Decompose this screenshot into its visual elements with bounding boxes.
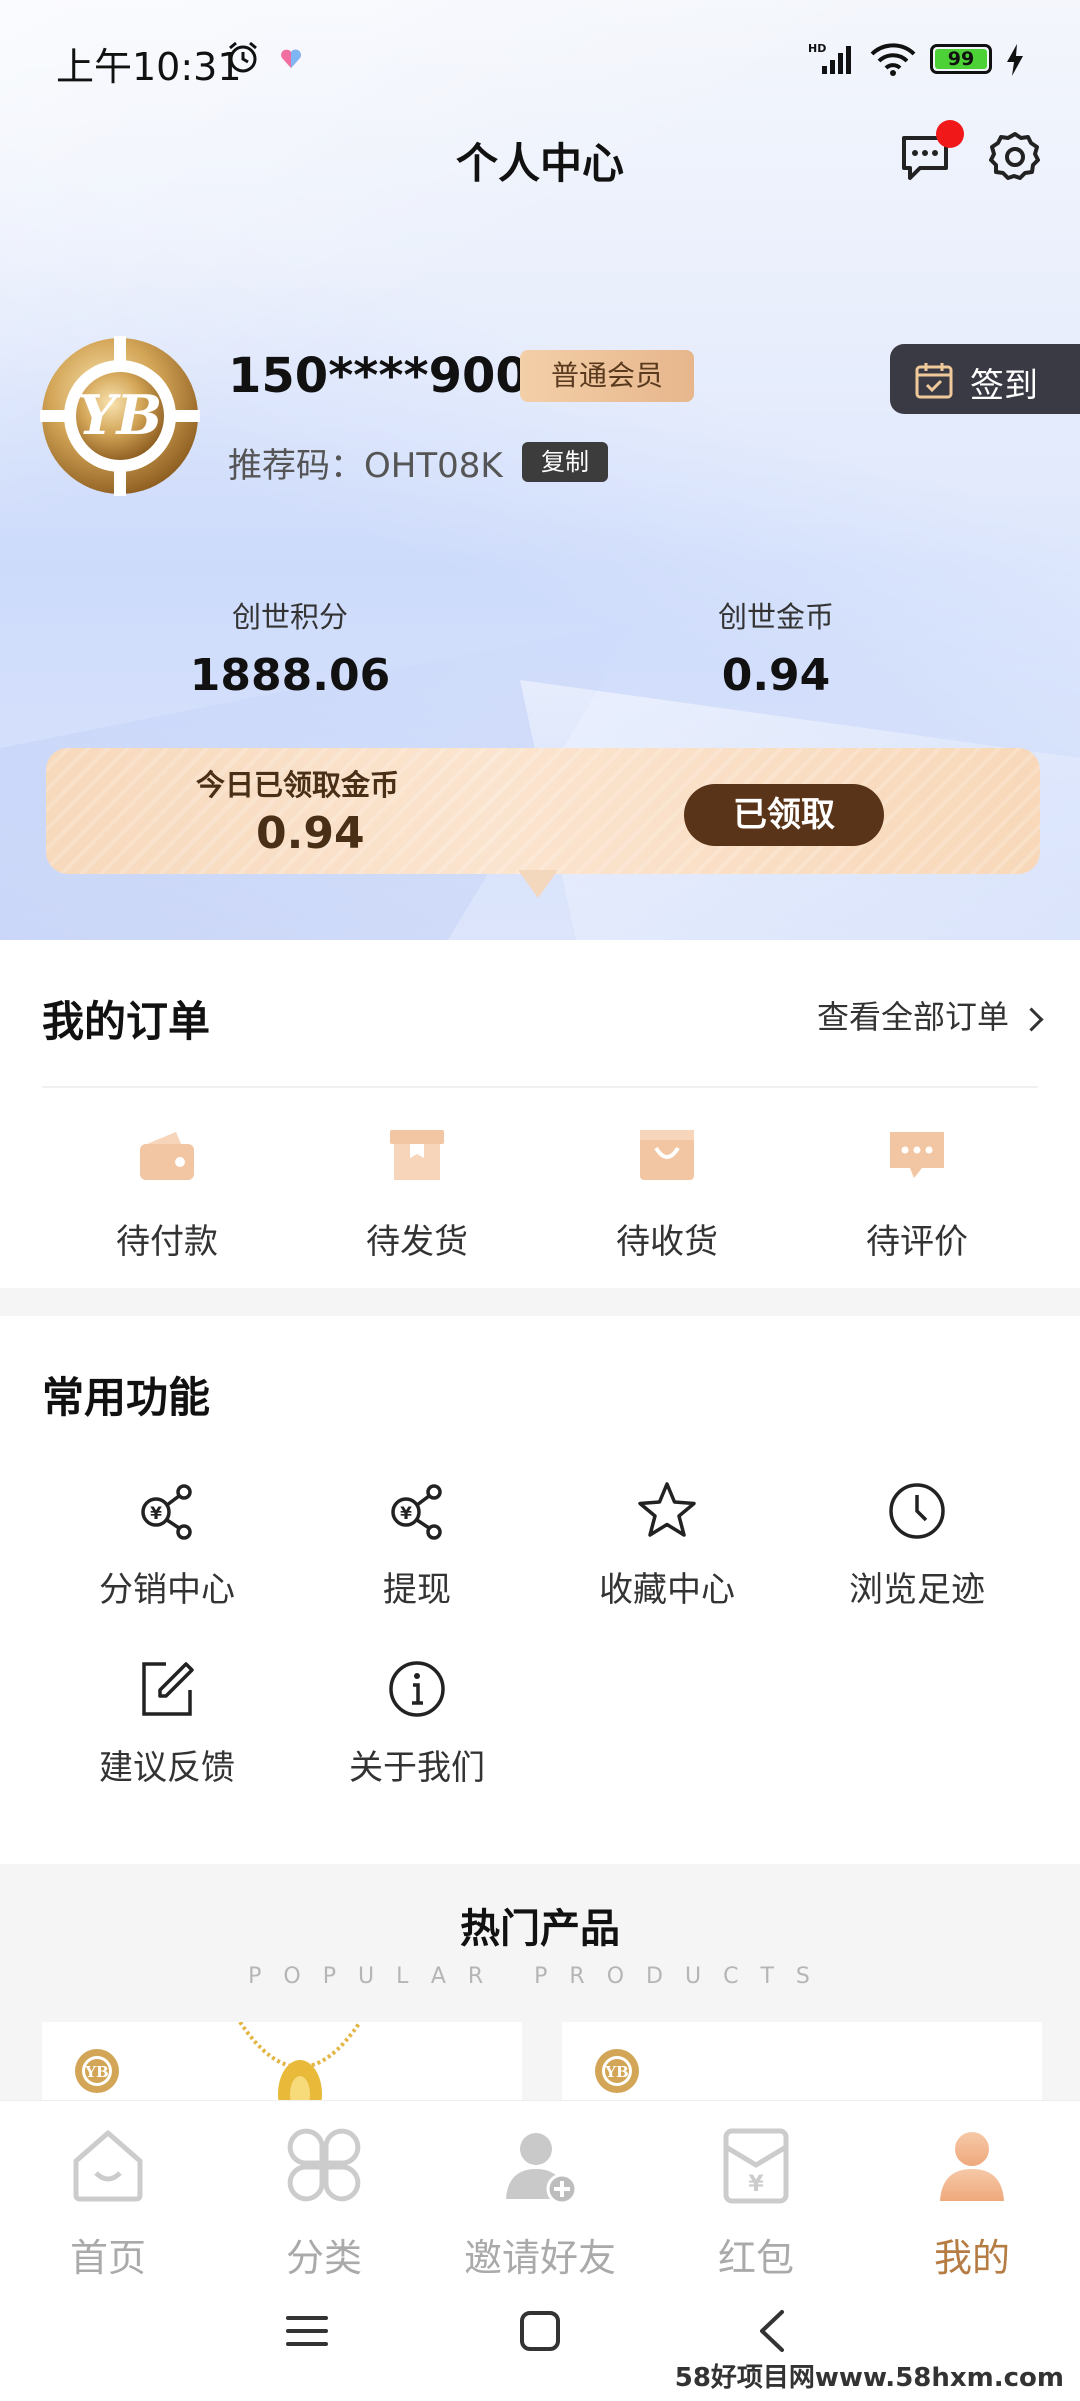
func-favorites[interactable]: 收藏中心 <box>542 1480 792 1611</box>
bag-icon <box>640 1130 694 1180</box>
coins-stat[interactable]: 创世金币 0.94 <box>626 594 926 701</box>
status-bar: 上午10:31 HD 99 <box>0 0 1080 96</box>
wifi-icon <box>870 43 916 76</box>
view-all-orders-link[interactable]: 查看全部订单 <box>816 992 1044 1038</box>
red-packet-icon: ¥ <box>723 2128 789 2204</box>
home-square-icon[interactable] <box>515 2306 565 2356</box>
battery-indicator: 99 <box>930 44 992 74</box>
category-icon <box>287 2128 361 2202</box>
referral-code: 推荐码：OHT08K <box>228 446 503 486</box>
brand-logo-icon: YB <box>595 2049 639 2093</box>
brand-logo-icon: YB <box>75 2049 119 2093</box>
tab-label: 首页 <box>69 2236 146 2280</box>
functions-section: 常用功能 ¥ 分销中心 ¥ 提现 收藏中心 浏览足迹 建议反馈 关于我们 <box>0 1316 1080 1864</box>
app-notification-icon <box>281 49 301 68</box>
order-label: 待发货 <box>366 1222 468 1262</box>
order-pending-shipment[interactable]: 待发货 <box>292 1124 542 1263</box>
svg-text:¥: ¥ <box>400 1504 412 1524</box>
points-stat[interactable]: 创世积分 1888.06 <box>140 594 440 701</box>
calendar-icon <box>915 363 953 399</box>
order-label: 待评价 <box>866 1222 968 1262</box>
order-pending-payment[interactable]: 待付款 <box>42 1124 292 1263</box>
func-about-us[interactable]: 关于我们 <box>292 1658 542 1789</box>
view-all-orders-label: 查看全部订单 <box>816 998 1009 1036</box>
signal-icon: HD <box>808 42 851 74</box>
func-label: 提现 <box>383 1570 451 1610</box>
clock-icon <box>889 1483 945 1539</box>
home-icon <box>73 2130 143 2202</box>
back-icon[interactable] <box>748 2306 798 2356</box>
svg-text:YB: YB <box>84 2063 108 2081</box>
profile-icon <box>940 2132 1004 2201</box>
daily-gold-value: 0.94 <box>256 808 365 859</box>
order-label: 待付款 <box>116 1222 218 1262</box>
invite-friend-icon <box>506 2133 578 2205</box>
edit-icon <box>142 1662 194 1716</box>
distribution-icon: ¥ <box>141 1484 192 1540</box>
withdraw-icon: ¥ <box>391 1484 442 1540</box>
order-label: 待收货 <box>616 1222 718 1262</box>
functions-title: 常用功能 <box>42 1373 211 1422</box>
info-icon <box>389 1661 445 1717</box>
tab-category[interactable]: 分类 <box>216 2111 432 2282</box>
battery-level: 99 <box>935 49 987 69</box>
func-label: 收藏中心 <box>599 1570 735 1610</box>
points-value: 1888.06 <box>189 650 391 701</box>
svg-text:HD: HD <box>808 42 826 55</box>
tab-home[interactable]: 首页 <box>0 2111 216 2282</box>
hot-products-subtitle: POPULAR PRODUCTS <box>248 1964 832 1989</box>
points-label: 创世积分 <box>231 600 348 634</box>
tab-profile[interactable]: 我的 <box>864 2111 1080 2282</box>
daily-gold-label: 今日已领取金币 <box>196 768 400 802</box>
tab-invite-friends[interactable]: 邀请好友 <box>432 2111 648 2282</box>
func-label: 分销中心 <box>99 1570 235 1610</box>
orders-section: 我的订单 查看全部订单 待付款 待发货 待收货 待评价 <box>0 940 1080 1288</box>
func-history[interactable]: 浏览足迹 <box>792 1480 1042 1611</box>
svg-text:¥: ¥ <box>748 2172 764 2197</box>
tab-label: 邀请好友 <box>463 2236 616 2280</box>
user-phone: 150****9006 <box>228 348 563 404</box>
unread-badge <box>936 120 964 148</box>
orders-title: 我的订单 <box>42 997 211 1046</box>
divider <box>42 1086 1038 1088</box>
tab-label: 红包 <box>717 2236 794 2280</box>
signin-label: 签到 <box>970 366 1038 406</box>
wallet-icon <box>140 1132 194 1180</box>
func-label: 浏览足迹 <box>849 1570 985 1610</box>
svg-text:¥: ¥ <box>150 1504 162 1524</box>
func-feedback[interactable]: 建议反馈 <box>42 1658 292 1789</box>
coins-value: 0.94 <box>721 650 831 701</box>
tab-label: 我的 <box>933 2236 1010 2280</box>
status-time: 上午10:31 <box>56 45 242 89</box>
func-label: 关于我们 <box>349 1748 485 1788</box>
func-withdraw[interactable]: ¥ 提现 <box>292 1480 542 1611</box>
menu-icon[interactable] <box>282 2306 332 2356</box>
claimed-button[interactable]: 已领取 <box>684 784 884 846</box>
comment-icon <box>890 1132 944 1178</box>
alarm-icon <box>229 41 257 73</box>
avatar[interactable]: YB <box>40 336 200 496</box>
settings-icon[interactable] <box>988 130 1042 184</box>
chevron-right-icon <box>1019 1006 1044 1032</box>
member-level-badge: 普通会员 <box>520 350 694 402</box>
star-icon <box>638 1482 696 1537</box>
func-label: 建议反馈 <box>99 1748 235 1788</box>
tab-red-packet[interactable]: ¥ 红包 <box>648 2111 864 2282</box>
watermark: 58好项目网www.58hxm.com <box>668 2355 1070 2396</box>
hot-products-title: 热门产品 <box>460 1906 620 1952</box>
charging-icon <box>1007 44 1023 76</box>
copy-button[interactable]: 复制 <box>522 442 608 482</box>
tab-label: 分类 <box>285 2236 362 2280</box>
package-icon <box>390 1130 444 1180</box>
coins-label: 创世金币 <box>717 600 834 634</box>
order-pending-review[interactable]: 待评价 <box>792 1124 1042 1263</box>
svg-text:YB: YB <box>604 2063 628 2081</box>
daily-gold-card: 今日已领取金币 0.94 已领取 <box>46 748 1040 874</box>
order-pending-receipt[interactable]: 待收货 <box>542 1124 792 1263</box>
func-distribution-center[interactable]: ¥ 分销中心 <box>42 1480 292 1611</box>
signin-button[interactable]: 签到 <box>890 344 1080 414</box>
svg-text:YB: YB <box>78 383 162 447</box>
